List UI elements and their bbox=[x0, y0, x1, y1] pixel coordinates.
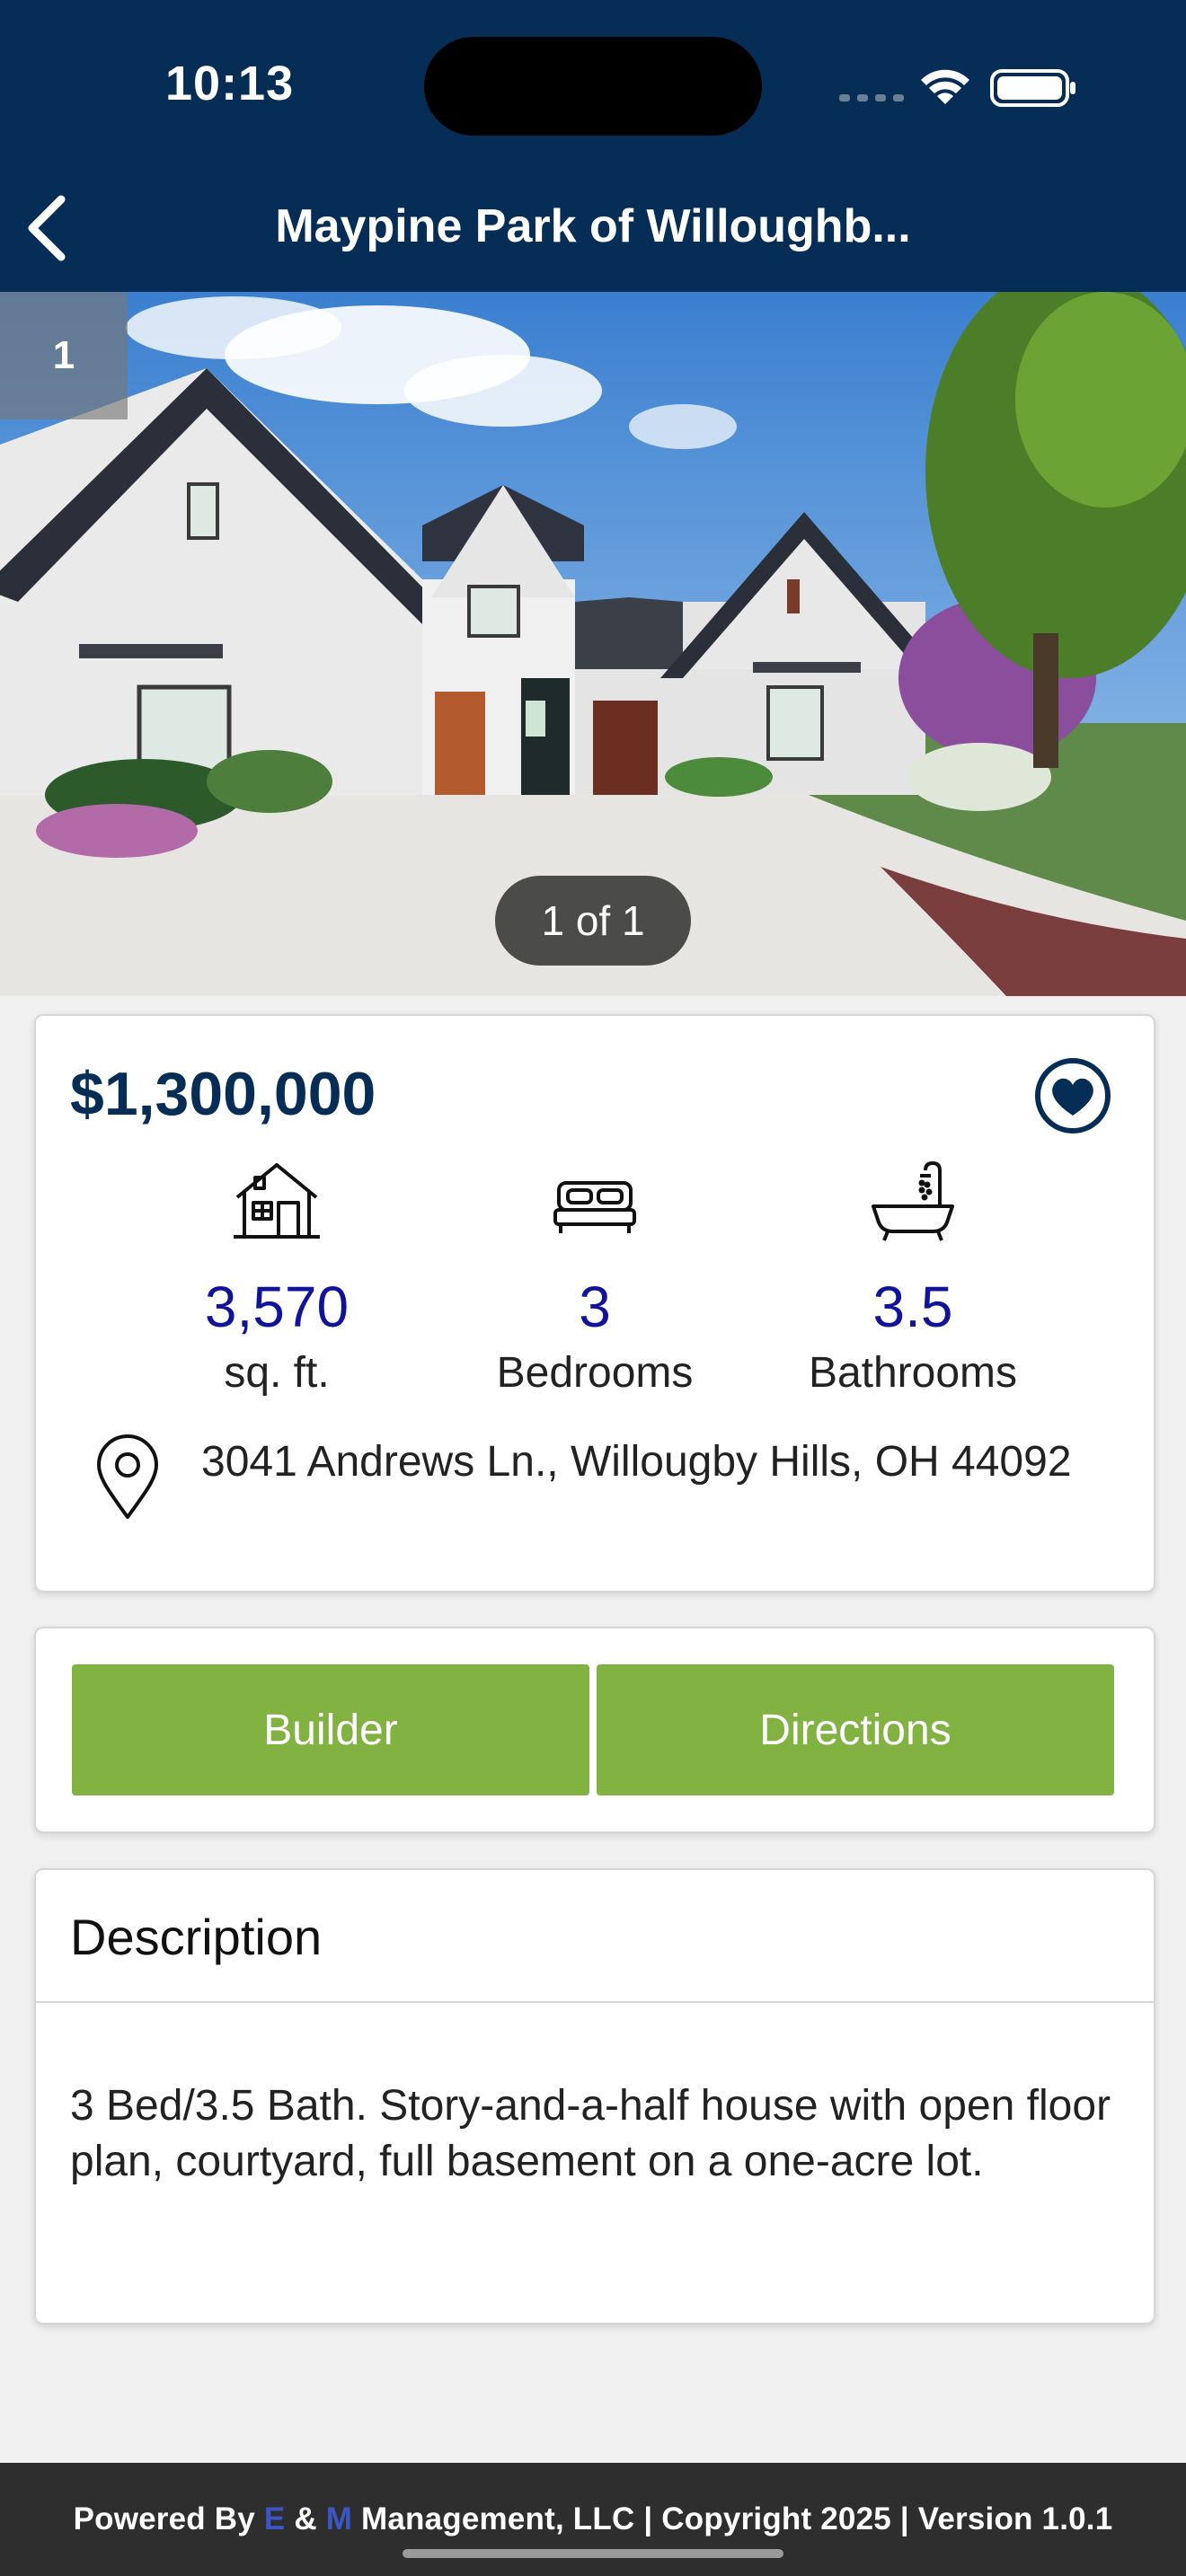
description-text: 3 Bed/3.5 Bath. Story-and-a-half house w… bbox=[70, 2082, 1111, 2185]
bathrooms-value: 3.5 bbox=[872, 1275, 953, 1339]
bedrooms-value: 3 bbox=[579, 1275, 611, 1339]
actions-card: Builder Directions bbox=[34, 1627, 1155, 1833]
back-button[interactable] bbox=[20, 192, 74, 264]
sqft-label: sq. ft. bbox=[224, 1349, 330, 1397]
footer: Powered By E & M Management, LLC | Copyr… bbox=[0, 2463, 1186, 2576]
bed-icon bbox=[553, 1181, 636, 1233]
description-title: Description bbox=[70, 1909, 323, 1965]
address[interactable]: 3041 Andrews Ln., Willougby Hills, OH 44… bbox=[201, 1434, 1082, 1490]
house-icon bbox=[234, 1163, 320, 1239]
footer-powered-by: Powered By E & M Management, LLC | Copyr… bbox=[73, 2501, 1113, 2536]
chevron-left-icon bbox=[28, 195, 66, 261]
home-indicator bbox=[403, 2549, 783, 2558]
price: $1,300,000 bbox=[70, 1060, 376, 1128]
photo-index-badge: 1 bbox=[0, 292, 128, 419]
cellular-signal-icon bbox=[839, 94, 904, 101]
listing-summary-card: $1,300,000 3,570 sq. ft. 3 Bedrooms 3.5 … bbox=[34, 1014, 1155, 1592]
stat-bedrooms: 3 Bedrooms bbox=[433, 1158, 757, 1398]
directions-button[interactable]: Directions bbox=[597, 1664, 1114, 1795]
page-title: Maypine Park of Willoughb... bbox=[275, 200, 911, 252]
status-time: 10:13 bbox=[165, 57, 295, 110]
battery-icon bbox=[990, 69, 1075, 107]
divider bbox=[36, 2001, 1154, 2003]
stat-sqft: 3,570 sq. ft. bbox=[115, 1158, 438, 1398]
photo-gallery[interactable]: 1 1 of 1 bbox=[0, 292, 1186, 996]
dynamic-island bbox=[424, 37, 762, 136]
location-pin-icon bbox=[97, 1434, 158, 1519]
builder-button[interactable]: Builder bbox=[72, 1664, 589, 1795]
description-card: Description 3 Bed/3.5 Bath. Story-and-a-… bbox=[34, 1868, 1155, 2325]
status-icons bbox=[839, 69, 1075, 107]
favorite-heart-icon[interactable] bbox=[1033, 1056, 1112, 1135]
bathrooms-label: Bathrooms bbox=[808, 1349, 1018, 1397]
app-header: 10:13 Maypine Park of Willoughb... bbox=[0, 0, 1186, 292]
bathtub-icon bbox=[872, 1161, 954, 1241]
sqft-value: 3,570 bbox=[204, 1275, 350, 1339]
photo-counter: 1 of 1 bbox=[495, 876, 691, 966]
stat-bathrooms: 3.5 Bathrooms bbox=[751, 1158, 1075, 1398]
bedrooms-label: Bedrooms bbox=[496, 1349, 694, 1397]
wifi-icon bbox=[921, 69, 969, 104]
